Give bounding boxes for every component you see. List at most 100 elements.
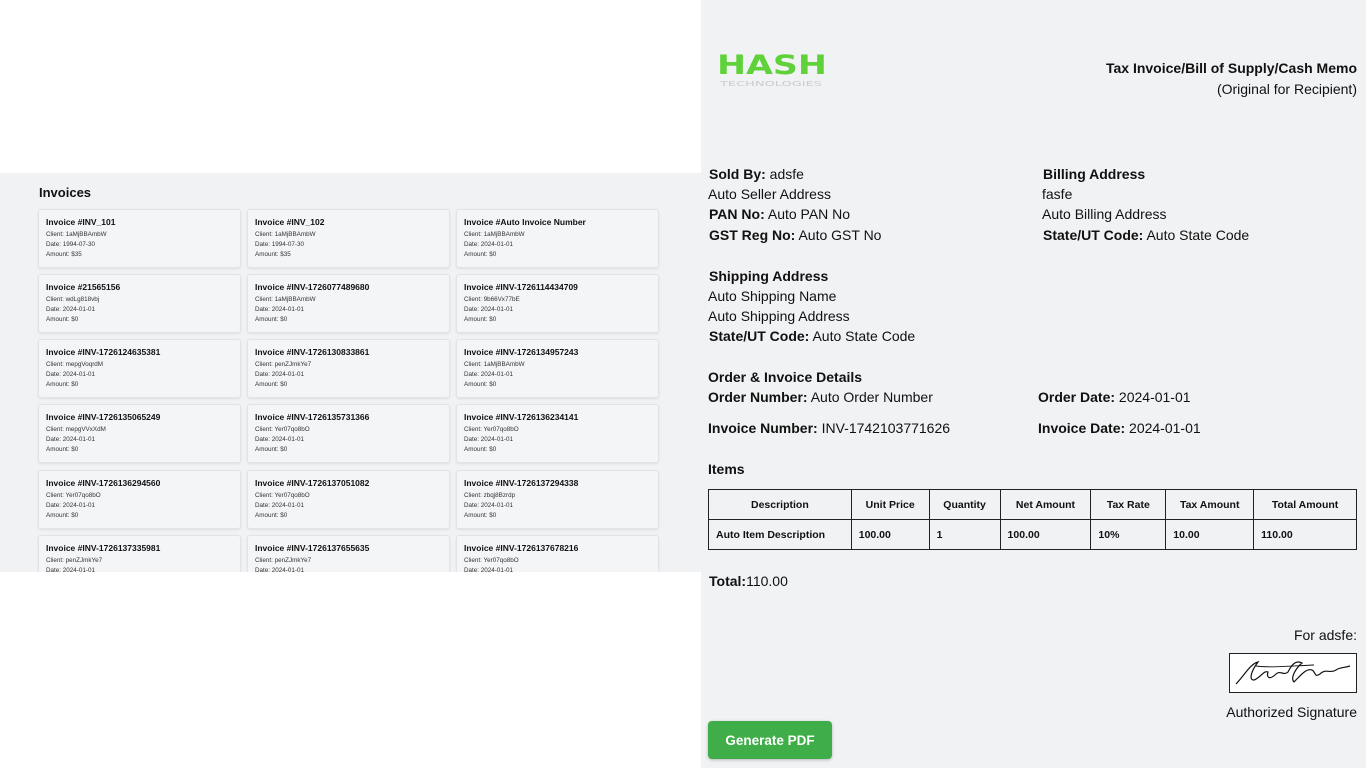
invoice-card-amount: Amount: $0: [255, 316, 288, 323]
column-header: Total Amount: [1253, 489, 1357, 520]
billing-state-line: State/UT Code: Auto State Code: [1043, 227, 1249, 244]
sold-by-value: adsfe: [769, 166, 804, 182]
invoice-card-title: Invoice #INV-1726130833861: [255, 347, 370, 357]
order-date-line: Order Date: 2024-01-01: [1038, 389, 1191, 406]
invoice-card-amount: Amount: $0: [464, 316, 497, 323]
total-line: Total:110.00: [709, 573, 788, 590]
shipping-heading: Shipping Address: [709, 268, 829, 284]
table-cell: 10%: [1090, 519, 1167, 550]
invoice-card-client: Client: Yer07qo8bO: [464, 557, 519, 564]
order-date-label: Order Date:: [1038, 389, 1116, 405]
invoice-card-amount: Amount: $0: [464, 446, 497, 453]
generate-pdf-button[interactable]: Generate PDF: [708, 721, 832, 759]
order-number-label: Order Number:: [708, 389, 808, 405]
invoice-card-amount: Amount: $0: [46, 316, 79, 323]
table-cell: 100.00: [850, 519, 930, 550]
invoice-card-date: Date: 2024-01-01: [255, 502, 305, 509]
order-details-heading: Order & Invoice Details: [708, 369, 863, 385]
invoice-card[interactable]: Invoice #INV-1726136234141 Client: Yer07q…: [456, 404, 659, 463]
invoice-card[interactable]: Invoice #INV-1726135065249 Client: mepgVV…: [38, 404, 241, 463]
invoice-card-date: Date: 2024-01-01: [46, 306, 96, 313]
invoice-card-date: Date: 2024-01-01: [464, 306, 514, 313]
invoice-card-amount: Amount: $35: [46, 251, 82, 258]
invoice-card-amount: Amount: $0: [464, 251, 497, 258]
invoice-card-date: Date: 2024-01-01: [464, 371, 514, 378]
invoice-card[interactable]: Invoice #INV-1726077489680 Client: 1aMjBB…: [247, 274, 450, 333]
invoice-card[interactable]: Invoice #INV-1726130833861 Client: penZJm…: [247, 339, 450, 398]
invoice-card-client: Client: 9b66Vx77bE: [464, 296, 520, 303]
invoice-card-client: Client: penZJmkYe7: [255, 361, 312, 368]
invoice-number-label: Invoice Number:: [708, 420, 818, 436]
shipping-state-value: Auto State Code: [812, 328, 916, 344]
invoice-card-title: Invoice #INV-1726135731366: [255, 412, 370, 422]
total-label: Total:: [709, 573, 747, 589]
authorized-signature-label: Authorized Signature: [1226, 704, 1357, 720]
invoice-card[interactable]: Invoice #INV-1726135731366 Client: Yer07q…: [247, 404, 450, 463]
invoice-card[interactable]: Invoice #INV_101 Client: 1aMjBBAmbW Date: …: [38, 209, 241, 268]
invoice-card-client: Client: 1aMjBBAmbW: [255, 231, 316, 238]
invoice-card-date: Date: 2024-01-01: [46, 371, 96, 378]
sold-by-label: Sold By:: [709, 166, 766, 182]
invoice-card-title: Invoice #Auto Invoice Number: [464, 217, 586, 227]
order-date-value: 2024-01-01: [1118, 389, 1191, 405]
invoice-card-client: Client: Yer07qo8bO: [255, 492, 310, 499]
items-heading: Items: [708, 461, 745, 477]
invoice-card[interactable]: Invoice #INV-1726136294560 Client: Yer07q…: [38, 470, 241, 529]
invoice-card-date: Date: 2024-01-01: [255, 371, 305, 378]
invoice-card-client: Client: zbqj8Bzrdp: [464, 492, 516, 499]
invoice-card[interactable]: Invoice #INV-1726124635381 Client: mepgVo…: [38, 339, 241, 398]
invoice-card[interactable]: Invoice #INV-1726137335981 Client: penZJm…: [38, 535, 241, 572]
invoice-card-amount: Amount: $35: [255, 251, 291, 258]
invoice-card-amount: Amount: $0: [255, 446, 288, 453]
invoice-number-value: INV-1742103771626: [821, 420, 951, 436]
invoice-subheading: (Original for Recipient): [1216, 81, 1357, 97]
invoice-card[interactable]: Invoice #INV_102 Client: 1aMjBBAmbW Date: …: [247, 209, 450, 268]
invoice-card[interactable]: Invoice #21565156 Client: wdLg818vbj Date:…: [38, 274, 241, 333]
invoice-card[interactable]: Invoice #INV-1726137051082 Client: Yer07q…: [247, 470, 450, 529]
table-row: Auto Item Description 100.00 1 100.00 10…: [708, 519, 1357, 550]
invoice-card-client: Client: 1aMjBBAmbW: [255, 296, 316, 303]
invoice-card-title: Invoice #INV-1726114434709: [464, 282, 578, 292]
shipping-state-label: State/UT Code:: [709, 328, 810, 344]
billing-address: Auto Billing Address: [1042, 206, 1167, 222]
invoices-panel: Invoices Invoice #INV_101 Client: 1aMjBBA…: [0, 173, 701, 572]
invoice-date-line: Invoice Date: 2024-01-01: [1038, 420, 1201, 437]
gst-value: Auto GST No: [798, 227, 882, 243]
invoice-card-client: Client: mepgVVxXdM: [46, 426, 106, 433]
shipping-name: Auto Shipping Name: [708, 288, 837, 304]
total-value: 110.00: [746, 573, 788, 589]
billing-state-label: State/UT Code:: [1043, 227, 1144, 243]
table-cell: 110.00: [1253, 519, 1357, 550]
invoice-card-date: Date: 2024-01-01: [255, 436, 305, 443]
invoice-card-amount: Amount: $0: [255, 381, 288, 388]
invoice-card-client: Client: wdLg818vbj: [46, 296, 100, 303]
invoice-card-amount: Amount: $0: [464, 512, 497, 519]
order-number-line: Order Number: Auto Order Number: [708, 389, 933, 406]
invoice-card-date: Date: 2024-01-01: [464, 502, 514, 509]
shipping-address: Auto Shipping Address: [708, 308, 850, 324]
invoice-card-title: Invoice #INV-1726134957243: [464, 347, 579, 357]
sold-by-line: Sold By: adsfe: [709, 166, 804, 183]
invoice-card[interactable]: Invoice #INV-1726137655635 Client: penZJm…: [247, 535, 450, 572]
invoice-card[interactable]: Invoice #INV-1726114434709 Client: 9b66Vx…: [456, 274, 659, 333]
invoice-card-amount: Amount: $0: [255, 512, 288, 519]
invoice-card[interactable]: Invoice #INV-1726137294338 Client: zbqj8B…: [456, 470, 659, 529]
invoice-card-amount: Amount: $0: [46, 381, 79, 388]
seller-address: Auto Seller Address: [708, 186, 831, 202]
invoice-card[interactable]: Invoice #INV-1726134957243 Client: 1aMjBB…: [456, 339, 659, 398]
logo-subtext: TECHNOLOGIES: [718, 80, 823, 88]
logo-text: HASH: [717, 52, 827, 81]
billing-heading: Billing Address: [1043, 166, 1146, 182]
invoice-card[interactable]: Invoice #Auto Invoice Number Client: 1aMj…: [456, 209, 659, 268]
pan-value: Auto PAN No: [767, 206, 851, 222]
invoice-preview: HASH TECHNOLOGIES Tax Invoice/Bill of Su…: [701, 0, 1366, 768]
table-cell: Auto Item Description: [708, 519, 852, 550]
invoice-card-client: Client: 1aMjBBAmbW: [464, 361, 525, 368]
invoice-card[interactable]: Invoice #INV-1726137678216 Client: Yer07q…: [456, 535, 659, 572]
items-header-row: Description Unit Price Quantity Net Amou…: [708, 489, 1357, 520]
invoice-card-title: Invoice #INV_101: [46, 217, 116, 227]
items-table: Description Unit Price Quantity Net Amou…: [708, 489, 1357, 550]
invoice-heading: Tax Invoice/Bill of Supply/Cash Memo: [1105, 60, 1357, 76]
invoice-card-date: Date: 2024-01-01: [46, 436, 96, 443]
invoice-card-date: Date: 2024-01-01: [46, 567, 96, 572]
